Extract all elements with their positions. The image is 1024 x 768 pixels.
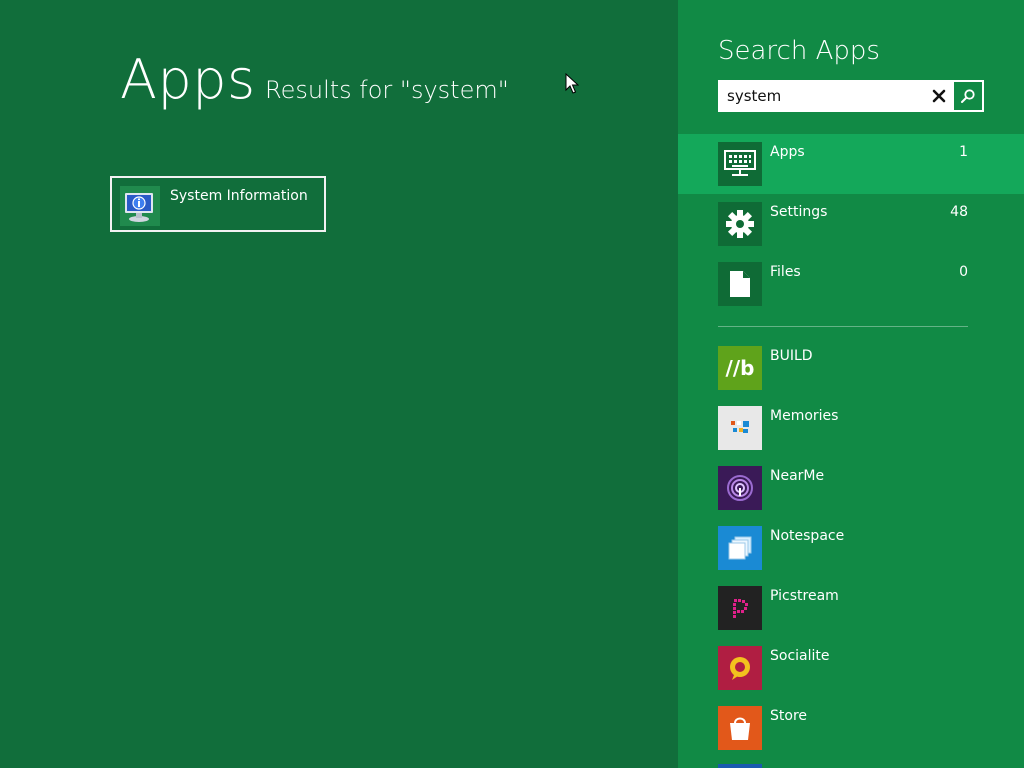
app-label: NearMe (770, 468, 825, 484)
app-item-partial[interactable] (678, 764, 1024, 768)
category-files[interactable]: Files 0 (678, 254, 1024, 314)
gear-icon (718, 202, 762, 246)
app-label: BUILD (770, 348, 813, 364)
shopping-bag-icon (718, 706, 762, 750)
app-label: Picstream (770, 588, 839, 604)
results-subtitle: Results for "system" (265, 76, 509, 104)
category-count: 1 (959, 144, 968, 160)
search-pane: Search Apps system Apps 1 Settings 48 Fi… (678, 0, 1024, 768)
result-tile-label: System Information (170, 188, 308, 204)
file-icon (718, 262, 762, 306)
partial-app-icon (718, 764, 762, 768)
category-label: Files (770, 264, 801, 280)
notespace-app-icon (718, 526, 762, 570)
result-tile-system-information[interactable]: System Information (110, 176, 326, 232)
search-pane-title: Search Apps (718, 36, 880, 66)
app-item-notespace[interactable]: Notespace (678, 526, 1024, 586)
clear-search-button[interactable] (927, 85, 951, 107)
app-item-nearme[interactable]: NearMe (678, 466, 1024, 526)
app-label: Memories (770, 408, 839, 424)
build-app-icon: //b (718, 346, 762, 390)
app-label: Socialite (770, 648, 830, 664)
search-icon (961, 89, 975, 103)
divider (718, 326, 968, 327)
app-label: Notespace (770, 528, 845, 544)
picstream-app-icon (718, 586, 762, 630)
search-input[interactable] (719, 81, 925, 111)
system-information-icon (120, 186, 160, 226)
mouse-cursor-icon (565, 72, 580, 95)
socialite-app-icon (718, 646, 762, 690)
category-count: 48 (950, 204, 968, 220)
nearme-app-icon (718, 466, 762, 510)
app-item-build[interactable]: //b BUILD (678, 346, 1024, 406)
close-icon (932, 89, 946, 103)
memories-app-icon (718, 406, 762, 450)
category-apps[interactable]: Apps 1 (678, 134, 1024, 194)
category-count: 0 (959, 264, 968, 280)
page-title: Apps (120, 48, 256, 111)
app-item-memories[interactable]: Memories (678, 406, 1024, 466)
main-results-area: Apps Results for "system" System Informa… (0, 0, 678, 768)
app-item-socialite[interactable]: Socialite (678, 646, 1024, 706)
search-box (718, 80, 984, 112)
category-settings[interactable]: Settings 48 (678, 194, 1024, 254)
keyboard-monitor-icon (718, 142, 762, 186)
app-item-store[interactable]: Store (678, 706, 1024, 766)
app-item-picstream[interactable]: Picstream (678, 586, 1024, 646)
app-label: Store (770, 708, 808, 724)
category-label: Apps (770, 144, 805, 160)
search-button[interactable] (954, 82, 982, 110)
category-label: Settings (770, 204, 828, 220)
build-icon-text: //b (725, 356, 755, 380)
